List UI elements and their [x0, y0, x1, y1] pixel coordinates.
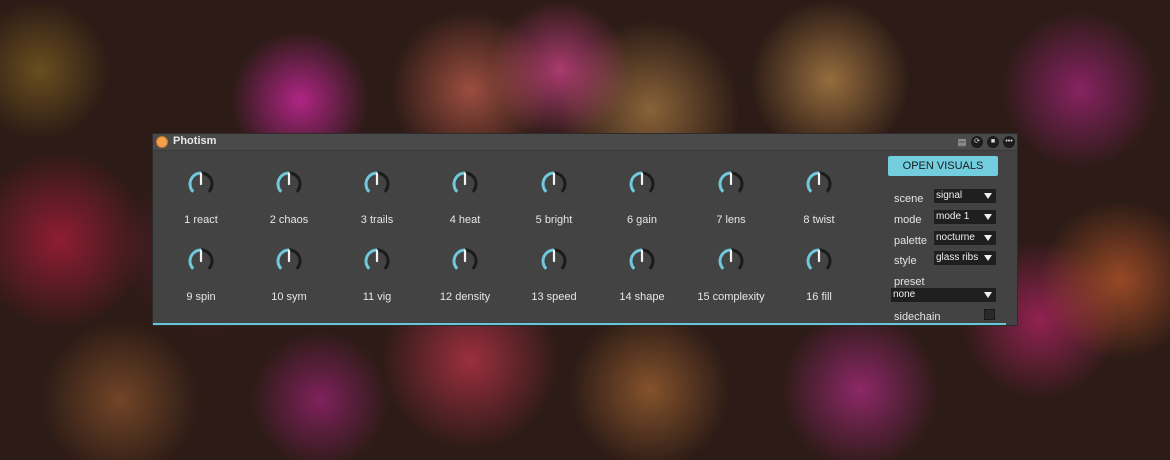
chevron-down-icon — [984, 255, 992, 261]
knob-label-14: 14 shape — [619, 291, 665, 303]
device-titlebar: Photism ▤ ⟳ ■ ••• — [153, 134, 1017, 151]
knob-label-10: 10 sym — [271, 291, 307, 303]
knob-label-11: 11 vig — [362, 291, 392, 303]
scene-dropdown[interactable]: signal — [934, 189, 996, 203]
knob-1[interactable] — [187, 170, 215, 198]
knob-12[interactable] — [451, 247, 479, 275]
sidechain-checkbox[interactable] — [984, 309, 995, 320]
knob-label-8: 8 twist — [803, 214, 835, 226]
knob-label-2: 2 chaos — [269, 214, 309, 226]
knob-label-13: 13 speed — [531, 291, 577, 303]
knob-label-12: 12 density — [439, 291, 491, 303]
knob-2[interactable] — [275, 170, 303, 198]
chevron-down-icon — [984, 193, 992, 199]
knob-3[interactable] — [363, 170, 391, 198]
more-icon[interactable]: ••• — [1003, 136, 1015, 148]
knob-7[interactable] — [717, 170, 745, 198]
device-title: Photism — [173, 135, 217, 147]
knob-6[interactable] — [628, 170, 656, 198]
refresh-icon[interactable]: ⟳ — [971, 136, 983, 148]
knob-14[interactable] — [628, 247, 656, 275]
knob-16[interactable] — [805, 247, 833, 275]
level-meter — [153, 323, 1006, 325]
power-toggle[interactable] — [156, 136, 168, 148]
knob-label-6: 6 gain — [627, 214, 657, 226]
chevron-down-icon — [984, 292, 992, 298]
knob-label-4: 4 heat — [449, 214, 481, 226]
mode-dropdown[interactable]: mode 1 — [934, 210, 996, 224]
chevron-down-icon — [984, 214, 992, 220]
knob-10[interactable] — [275, 247, 303, 275]
mode-label: mode — [894, 214, 922, 226]
knob-label-16: 16 fill — [806, 291, 832, 303]
preset-label: preset — [894, 276, 925, 288]
knob-9[interactable] — [187, 247, 215, 275]
save-icon[interactable]: ■ — [987, 136, 999, 148]
chevron-down-icon — [984, 235, 992, 241]
knob-label-15: 15 complexity — [697, 291, 765, 303]
mode-value: mode 1 — [936, 211, 970, 222]
style-value: glass ribs — [936, 252, 979, 263]
knob-11[interactable] — [363, 247, 391, 275]
preset-dropdown[interactable]: none — [891, 288, 996, 302]
palette-label: palette — [894, 235, 928, 247]
knob-4[interactable] — [451, 170, 479, 198]
scene-label: scene — [894, 193, 924, 205]
knob-label-7: 7 lens — [716, 214, 746, 226]
knob-15[interactable] — [717, 247, 745, 275]
palette-dropdown[interactable]: nocturne — [934, 231, 996, 245]
sidechain-label: sidechain — [894, 311, 941, 323]
style-label: style — [894, 255, 917, 267]
knob-label-5: 5 bright — [535, 214, 573, 226]
knob-label-3: 3 trails — [360, 214, 394, 226]
knob-8[interactable] — [805, 170, 833, 198]
palette-value: nocturne — [936, 232, 975, 243]
knob-label-1: 1 react — [184, 214, 218, 226]
calendar-icon[interactable]: ▤ — [956, 136, 968, 148]
open-visuals-button[interactable]: OPEN VISUALS — [888, 156, 998, 176]
device-panel: Photism ▤ ⟳ ■ ••• OPEN VISUALS scene sig… — [152, 133, 1018, 326]
knob-13[interactable] — [540, 247, 568, 275]
knob-label-9: 9 spin — [186, 291, 216, 303]
knob-5[interactable] — [540, 170, 568, 198]
style-dropdown[interactable]: glass ribs — [934, 251, 996, 265]
preset-value: none — [893, 289, 916, 300]
scene-value: signal — [936, 190, 963, 201]
